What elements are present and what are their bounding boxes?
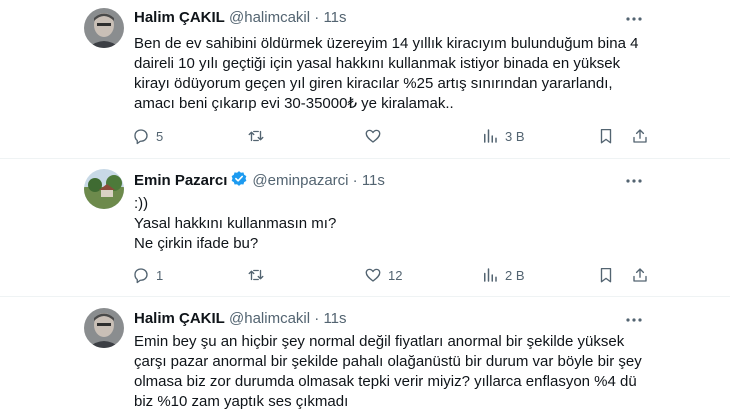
retweet-button[interactable]: [247, 126, 265, 146]
tweet-line: Ben de ev sahibini öldürmek üzereyim 14 …: [134, 35, 639, 52]
timestamp[interactable]: 11s: [362, 172, 385, 189]
reply-button[interactable]: 1: [132, 265, 163, 285]
heart-icon: [365, 268, 381, 282]
tweet-header: Halim ÇAKIL @halimcakil · 11s: [134, 310, 347, 327]
like-button[interactable]: 12: [364, 265, 402, 285]
more-options-icon[interactable]: [624, 171, 644, 191]
views-count: 3 B: [505, 128, 525, 144]
heart-icon: [365, 129, 381, 143]
tweet-text: :)) Yasal hakkını kullanmasın mı? Ne çir…: [134, 194, 634, 254]
timestamp[interactable]: 11s: [323, 310, 346, 327]
tweet-line: :)): [134, 195, 149, 212]
tweet-line: kirayı ödüyorum geçen yıl giren kiracıla…: [134, 75, 613, 92]
analytics-icon: [484, 129, 497, 143]
tweet-line: amacı beni çıkarıp evi 30-35000₺ ye kira…: [134, 95, 454, 112]
tweet-3[interactable]: Halim ÇAKIL @halimcakil · 11s Emin bey ş…: [0, 297, 730, 420]
display-name[interactable]: Halim ÇAKIL: [134, 310, 225, 327]
share-icon: [633, 268, 647, 282]
handle[interactable]: @halimcakil: [229, 310, 310, 327]
share-button[interactable]: [631, 265, 649, 285]
bookmark-button[interactable]: [597, 265, 615, 285]
verified-badge-icon: [232, 171, 247, 186]
reply-count: 5: [156, 128, 164, 144]
tweet-line: olmasa biz zor durumda olmasak tepki ver…: [134, 373, 637, 390]
tweet-header: Halim ÇAKIL @halimcakil · 11s: [134, 9, 347, 26]
tweet-header: Emin Pazarcı @eminpazarci · 11s: [134, 171, 385, 189]
tweet-text: Ben de ev sahibini öldürmek üzereyim 14 …: [134, 34, 639, 114]
retweet-icon: [248, 269, 264, 281]
tweet-text: Emin bey şu an hiçbir şey normal değil f…: [134, 332, 642, 412]
tweet-line: çarşı pazar anormal bir şekilde pahalı o…: [134, 353, 642, 370]
views-count: 2 B: [505, 267, 525, 283]
tweet-line: daireli 10 yılı geçtiği için yasal hakkı…: [134, 55, 621, 72]
reply-icon: [134, 129, 148, 145]
retweet-icon: [248, 130, 264, 142]
reply-button[interactable]: 5: [132, 126, 163, 146]
views-button[interactable]: 3 B: [481, 126, 525, 146]
bookmark-icon: [600, 128, 612, 144]
reply-count: 1: [156, 267, 164, 283]
bookmark-button[interactable]: [597, 126, 615, 146]
more-options-icon[interactable]: [624, 9, 644, 29]
timestamp[interactable]: 11s: [323, 9, 346, 26]
display-name[interactable]: Emin Pazarcı: [134, 172, 227, 189]
tweet-line: Yasal hakkını kullanmasın mı?: [134, 215, 337, 232]
share-icon: [633, 129, 647, 143]
bookmark-icon: [600, 267, 612, 283]
views-button[interactable]: 2 B: [481, 265, 525, 285]
handle[interactable]: @eminpazarci: [252, 172, 348, 189]
avatar-halim[interactable]: [84, 8, 124, 48]
tweet-line: Emin bey şu an hiçbir şey normal değil f…: [134, 333, 625, 350]
like-count: 12: [388, 267, 403, 283]
tweet-1[interactable]: Halim ÇAKIL @halimcakil · 11s Ben de ev …: [0, 0, 730, 158]
avatar-emin[interactable]: [84, 169, 124, 209]
tweet-line: biz %10 zam yaptık ses çıkmadı: [134, 393, 349, 410]
avatar-halim[interactable]: [84, 308, 124, 348]
tweet-line: Ne çirkin ifade bu?: [134, 235, 259, 252]
reply-icon: [134, 268, 148, 284]
tweet-2[interactable]: Emin Pazarcı @eminpazarci · 11s :)) Yasal…: [0, 159, 730, 296]
like-button[interactable]: [364, 126, 382, 146]
more-options-icon[interactable]: [624, 310, 644, 330]
share-button[interactable]: [631, 126, 649, 146]
retweet-button[interactable]: [247, 265, 265, 285]
display-name[interactable]: Halim ÇAKIL: [134, 9, 225, 26]
handle[interactable]: @halimcakil: [229, 9, 310, 26]
analytics-icon: [484, 268, 497, 282]
